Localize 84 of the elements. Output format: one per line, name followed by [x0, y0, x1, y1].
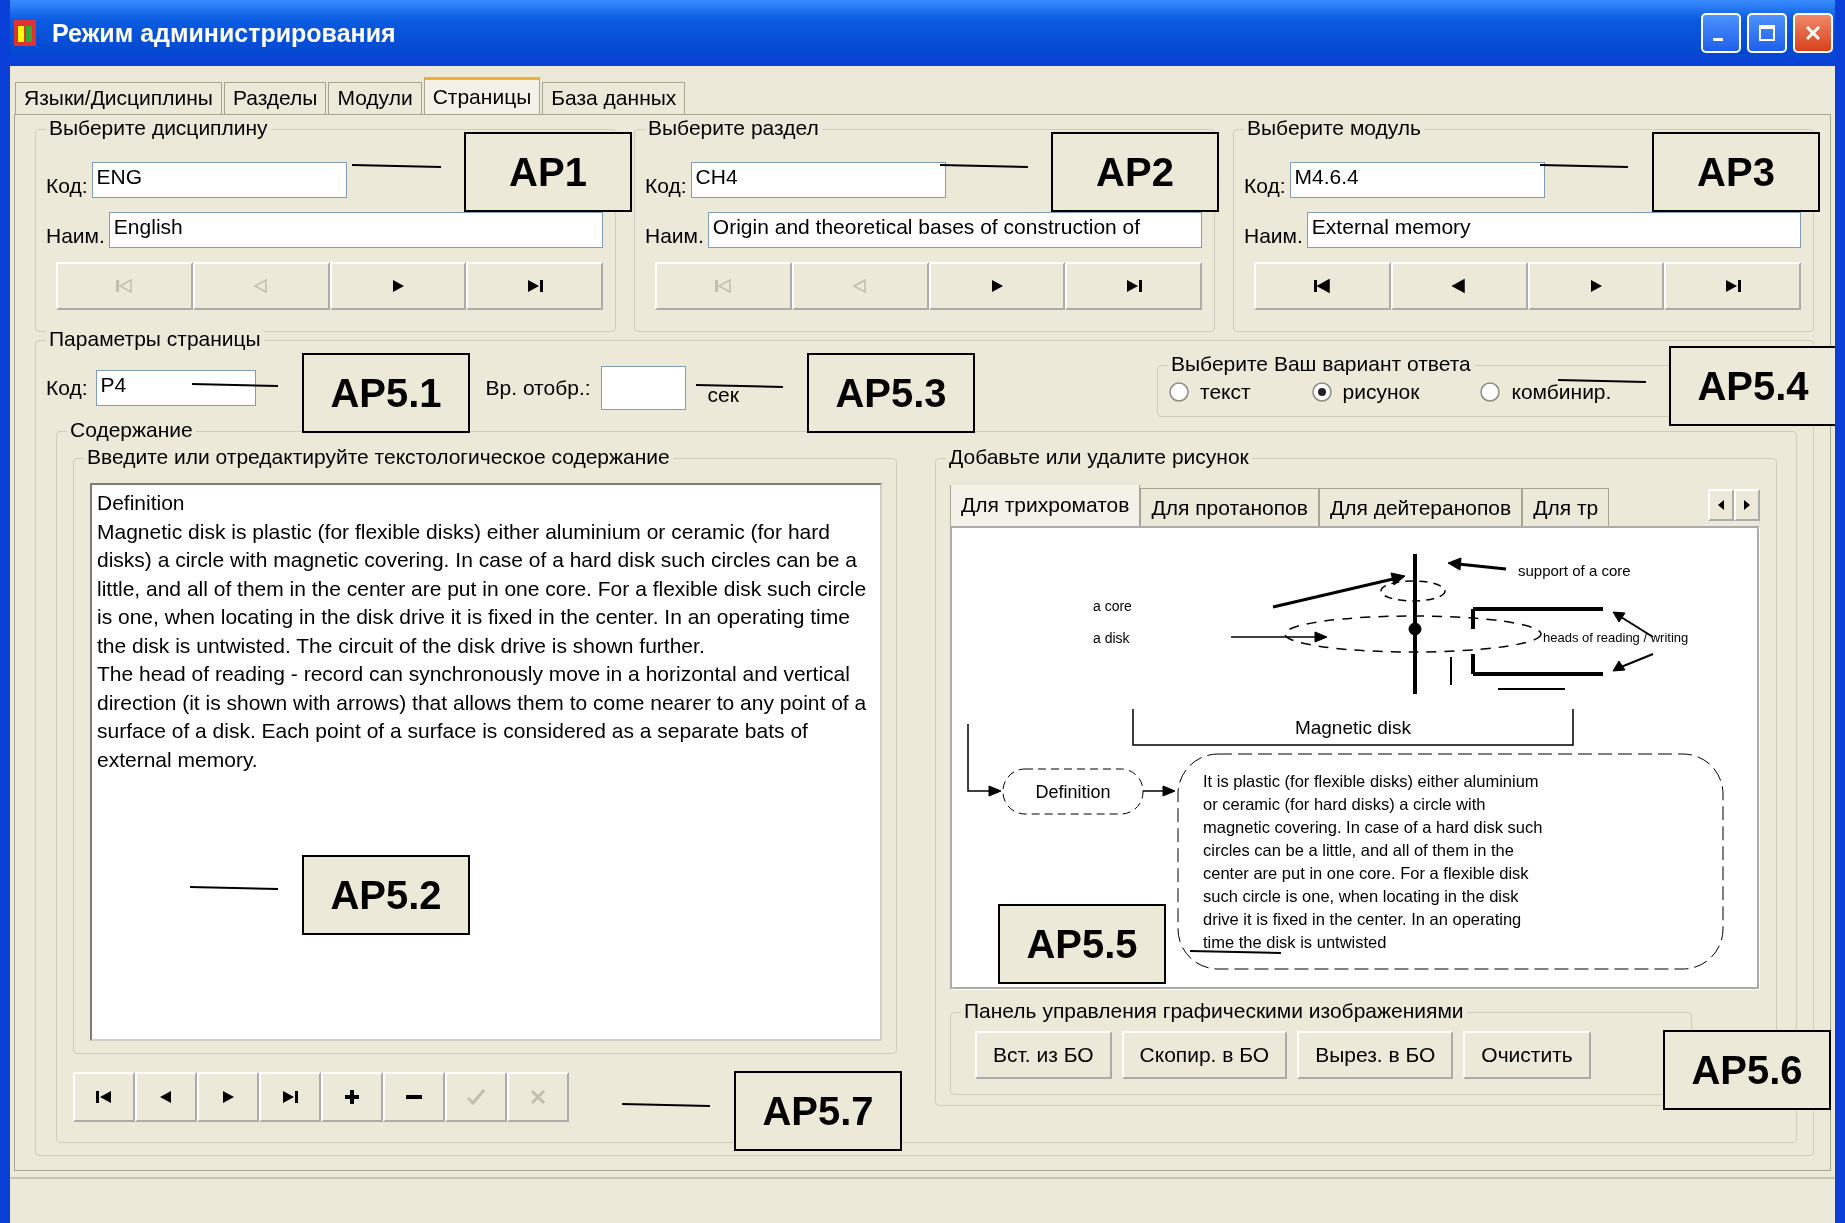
code-field[interactable]: CH4: [690, 162, 946, 198]
code-field[interactable]: P4: [95, 370, 256, 406]
first-button[interactable]: [1254, 262, 1391, 310]
definition-text: such circle is one, when locating in the disk: [1203, 887, 1519, 906]
diagram-label: heads of reading / writing: [1543, 630, 1689, 646]
arrow: [1612, 653, 1654, 672]
cross-button[interactable]: [507, 1072, 569, 1122]
name-field[interactable]: External memory: [1306, 212, 1801, 248]
definition-text: magnetic covering. In case of a hard disk such: [1203, 818, 1543, 837]
definition-text: center are put in one core. For a flexible disk: [1203, 864, 1529, 883]
definition-text: circles can be a little, and all of them in the: [1203, 841, 1514, 860]
definition-text: or ceramic (for hard disks) a circle with: [1203, 795, 1486, 814]
diagram-title: Magnetic disk: [1294, 717, 1412, 739]
text-paragraph: Magnetic disk is plastic (for flexible disks) either aluminium or ceramic (for hard disks) a circle with magnetic covering. In case of a hard disk such circles can be a little, and all of them in the center are put in one core. For a flexible disk such circle is one, when locating in the disk drive it is fixed in the center. In an operating time the disk is untwisted. The circuit of the disk drive is shown further.: [97, 518, 868, 659]
action-button[interactable]: Скопир. в БО: [1121, 1031, 1288, 1080]
field-label: Код:: [46, 174, 88, 198]
last-button[interactable]: [259, 1072, 321, 1122]
arrow: [1447, 557, 1507, 571]
minimize-icon: [1713, 37, 1723, 41]
callout-label: AP5.4: [1669, 346, 1835, 426]
tab[interactable]: База данных: [542, 82, 686, 114]
check-button[interactable]: [445, 1072, 507, 1122]
name-field[interactable]: English: [108, 212, 603, 248]
field-label: Вр. отобр.:: [485, 376, 591, 400]
tab[interactable]: Языки/Дисциплины: [15, 82, 222, 114]
action-button[interactable]: Очистить: [1463, 1031, 1591, 1080]
name-field[interactable]: Origin and theoretical bases of construction of: [707, 212, 1202, 248]
scroll-left-button[interactable]: [1708, 489, 1734, 521]
tab[interactable]: Для протанопов: [1140, 488, 1319, 527]
diagram-label: support of a core: [1518, 562, 1631, 580]
time-field[interactable]: [600, 366, 686, 410]
text-paragraph: The head of reading - record can synchronously move in a horizontal and vertical direction (it is shown with arrows) that allows them to come nearer to any point of a surface of a disk. Each point of a surface is considered as a separate bats of external memory.: [97, 661, 868, 773]
minus-button[interactable]: [383, 1072, 445, 1122]
prev-button[interactable]: [135, 1072, 197, 1122]
minimize-button[interactable]: [1701, 13, 1741, 53]
callout-label: AP5.3: [807, 353, 975, 433]
left-arrow-icon: [1716, 498, 1726, 512]
close-icon: [1803, 23, 1823, 43]
field-label: Код:: [1244, 174, 1286, 198]
next-button[interactable]: [197, 1072, 259, 1122]
code-field[interactable]: M4.6.4: [1289, 162, 1545, 198]
callout-label: AP5.7: [734, 1071, 902, 1151]
radio-option[interactable]: комбинир.: [1479, 380, 1612, 404]
plus-button[interactable]: [321, 1072, 383, 1122]
callout-label: AP5.5: [998, 904, 1166, 984]
unit-label: сек: [707, 383, 739, 407]
callout-label: AP5.6: [1663, 1030, 1831, 1110]
field-label: Наим.: [46, 224, 105, 248]
tab[interactable]: Для дейтеранопов: [1318, 488, 1523, 527]
callout-label: AP1: [464, 132, 632, 212]
callout-label: AP3: [1652, 132, 1820, 212]
tab[interactable]: Страницы: [423, 77, 541, 115]
definition-text: time the disk is untwisted: [1203, 933, 1387, 952]
field-label: Наим.: [1244, 224, 1303, 248]
maximize-icon: [1757, 23, 1777, 43]
diagram-label: a core: [1093, 598, 1132, 615]
first-button[interactable]: [73, 1072, 135, 1122]
tab[interactable]: Модули: [328, 82, 422, 114]
action-button[interactable]: Вырез. в БО: [1297, 1031, 1454, 1080]
close-button[interactable]: [1793, 13, 1833, 53]
window-title: Режим администрирования: [52, 18, 397, 48]
action-button[interactable]: Вст. из БО: [975, 1031, 1112, 1080]
callout-label: AP5.1: [302, 353, 470, 433]
definition-text: It is plastic (for flexible disks) either aluminium: [1203, 772, 1539, 791]
right-arrow-icon: [1742, 498, 1752, 512]
radio-option[interactable]: текст: [1168, 380, 1251, 404]
callout-label: AP2: [1051, 132, 1219, 212]
field-label: Код:: [46, 376, 88, 400]
tab[interactable]: Для трихроматов: [950, 485, 1141, 527]
tab[interactable]: Разделы: [223, 82, 327, 114]
code-field[interactable]: ENG: [91, 162, 347, 198]
scroll-right-button[interactable]: [1734, 489, 1760, 521]
maximize-button[interactable]: [1747, 13, 1787, 53]
field-label: Наим.: [645, 224, 704, 248]
radio-option[interactable]: рисунок: [1310, 380, 1420, 404]
app-icon: [12, 18, 38, 48]
arrow: [1142, 785, 1176, 797]
diagram-label: Definition: [1035, 782, 1111, 803]
definition-text: drive it is fixed in the center. In an operating: [1203, 910, 1522, 929]
diagram-label: a disk: [1093, 630, 1130, 647]
callout-label: AP5.2: [302, 855, 470, 935]
text-paragraph: Definition: [97, 490, 186, 516]
tab[interactable]: Для тр: [1522, 488, 1610, 527]
field-label: Код:: [645, 174, 687, 198]
